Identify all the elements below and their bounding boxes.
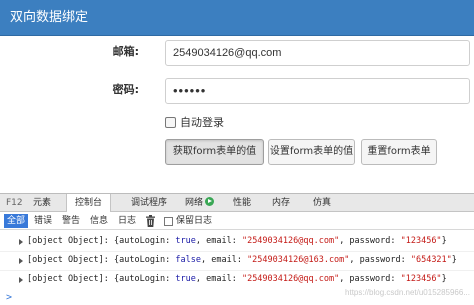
tab-emulation[interactable]: 仿真 [313,194,331,212]
log-email-value: "2549034126@qq.com" [241,274,340,284]
record-play-icon[interactable] [205,197,215,206]
console-log-entry[interactable]: [object Object]: {autoLogin: false, emai… [0,252,474,269]
log-password-value: "123456" [400,236,442,246]
log-suffix: } [451,255,457,265]
tab-network-label: 网络 [185,198,204,208]
log-email-key: , email: [201,255,248,265]
preserve-log-checkbox[interactable] [164,217,173,226]
panel-title: 双向数据绑定 [10,10,89,25]
tab-elements[interactable]: 元素 [33,194,51,212]
prompt-caret-icon: > [6,292,13,303]
console-log-entry[interactable]: [object Object]: {autoLogin: true, email… [0,233,474,250]
reset-form-button[interactable]: 重置form表单 [361,139,437,165]
log-prefix: [object Object]: {autoLogin: [27,274,176,284]
panel-header: 双向数据绑定 [0,0,474,36]
filter-info[interactable]: 信息 [90,214,108,228]
password-value: •••••• [173,83,207,98]
tab-network[interactable]: 网络 [185,194,215,212]
log-email-value: "2549034126@qq.com" [241,236,340,246]
log-prefix: [object Object]: {autoLogin: [27,236,176,246]
log-password-key: , password: [339,274,401,284]
watermark: https://blog.csdn.net/u015285966... [345,288,470,297]
f12-label: F12 [6,198,23,208]
expand-caret-icon[interactable] [18,252,24,269]
log-email-key: , email: [195,236,242,246]
console-log-entry[interactable]: [object Object]: {autoLogin: true, email… [0,271,474,288]
log-suffix: } [441,274,447,284]
log-autologin-value: false [175,255,201,265]
email-value: 2549034126@qq.com [173,47,282,59]
log-autologin-value: true [175,274,196,284]
console-filter-bar: 全部 错误 警告 信息 日志 保留日志 [0,213,474,230]
devtools-panel: F12 元素 控制台 调试程序 网络 性能 内存 仿真 全部 错误 警告 信息 … [0,193,474,305]
set-form-values-button[interactable]: 设置form表单的值 [268,139,355,165]
auto-login-label: 自动登录 [180,116,224,129]
log-password-key: , password: [339,236,401,246]
tab-debugger[interactable]: 调试程序 [131,194,167,212]
log-password-key: , password: [349,255,411,265]
log-email-value: "2549034126@163.com" [247,255,350,265]
password-field[interactable]: •••••• [165,78,470,104]
log-prefix: [object Object]: {autoLogin: [27,255,176,265]
tab-memory[interactable]: 内存 [272,194,290,212]
expand-caret-icon[interactable] [18,233,24,250]
log-suffix: } [441,236,447,246]
filter-log[interactable]: 日志 [118,214,136,228]
log-password-value: "123456" [400,274,442,284]
clear-console-icon[interactable] [146,215,155,227]
log-password-value: "654321" [410,255,452,265]
filter-all[interactable]: 全部 [4,214,29,228]
email-label: 邮箱: [112,45,139,58]
get-form-values-button[interactable]: 获取form表单的值 [165,139,264,165]
log-autologin-value: true [175,236,196,246]
email-field[interactable]: 2549034126@qq.com [165,40,470,66]
filter-warnings[interactable]: 警告 [62,214,80,228]
filter-errors[interactable]: 错误 [34,214,52,228]
preserve-log-label: 保留日志 [176,216,213,226]
devtools-tab-bar: F12 元素 控制台 调试程序 网络 性能 内存 仿真 [0,194,474,212]
tab-console[interactable]: 控制台 [66,194,112,212]
expand-caret-icon[interactable] [18,271,24,288]
password-label: 密码: [112,83,139,96]
auto-login-checkbox[interactable] [165,117,176,128]
tab-performance[interactable]: 性能 [233,194,251,212]
log-email-key: , email: [195,274,242,284]
